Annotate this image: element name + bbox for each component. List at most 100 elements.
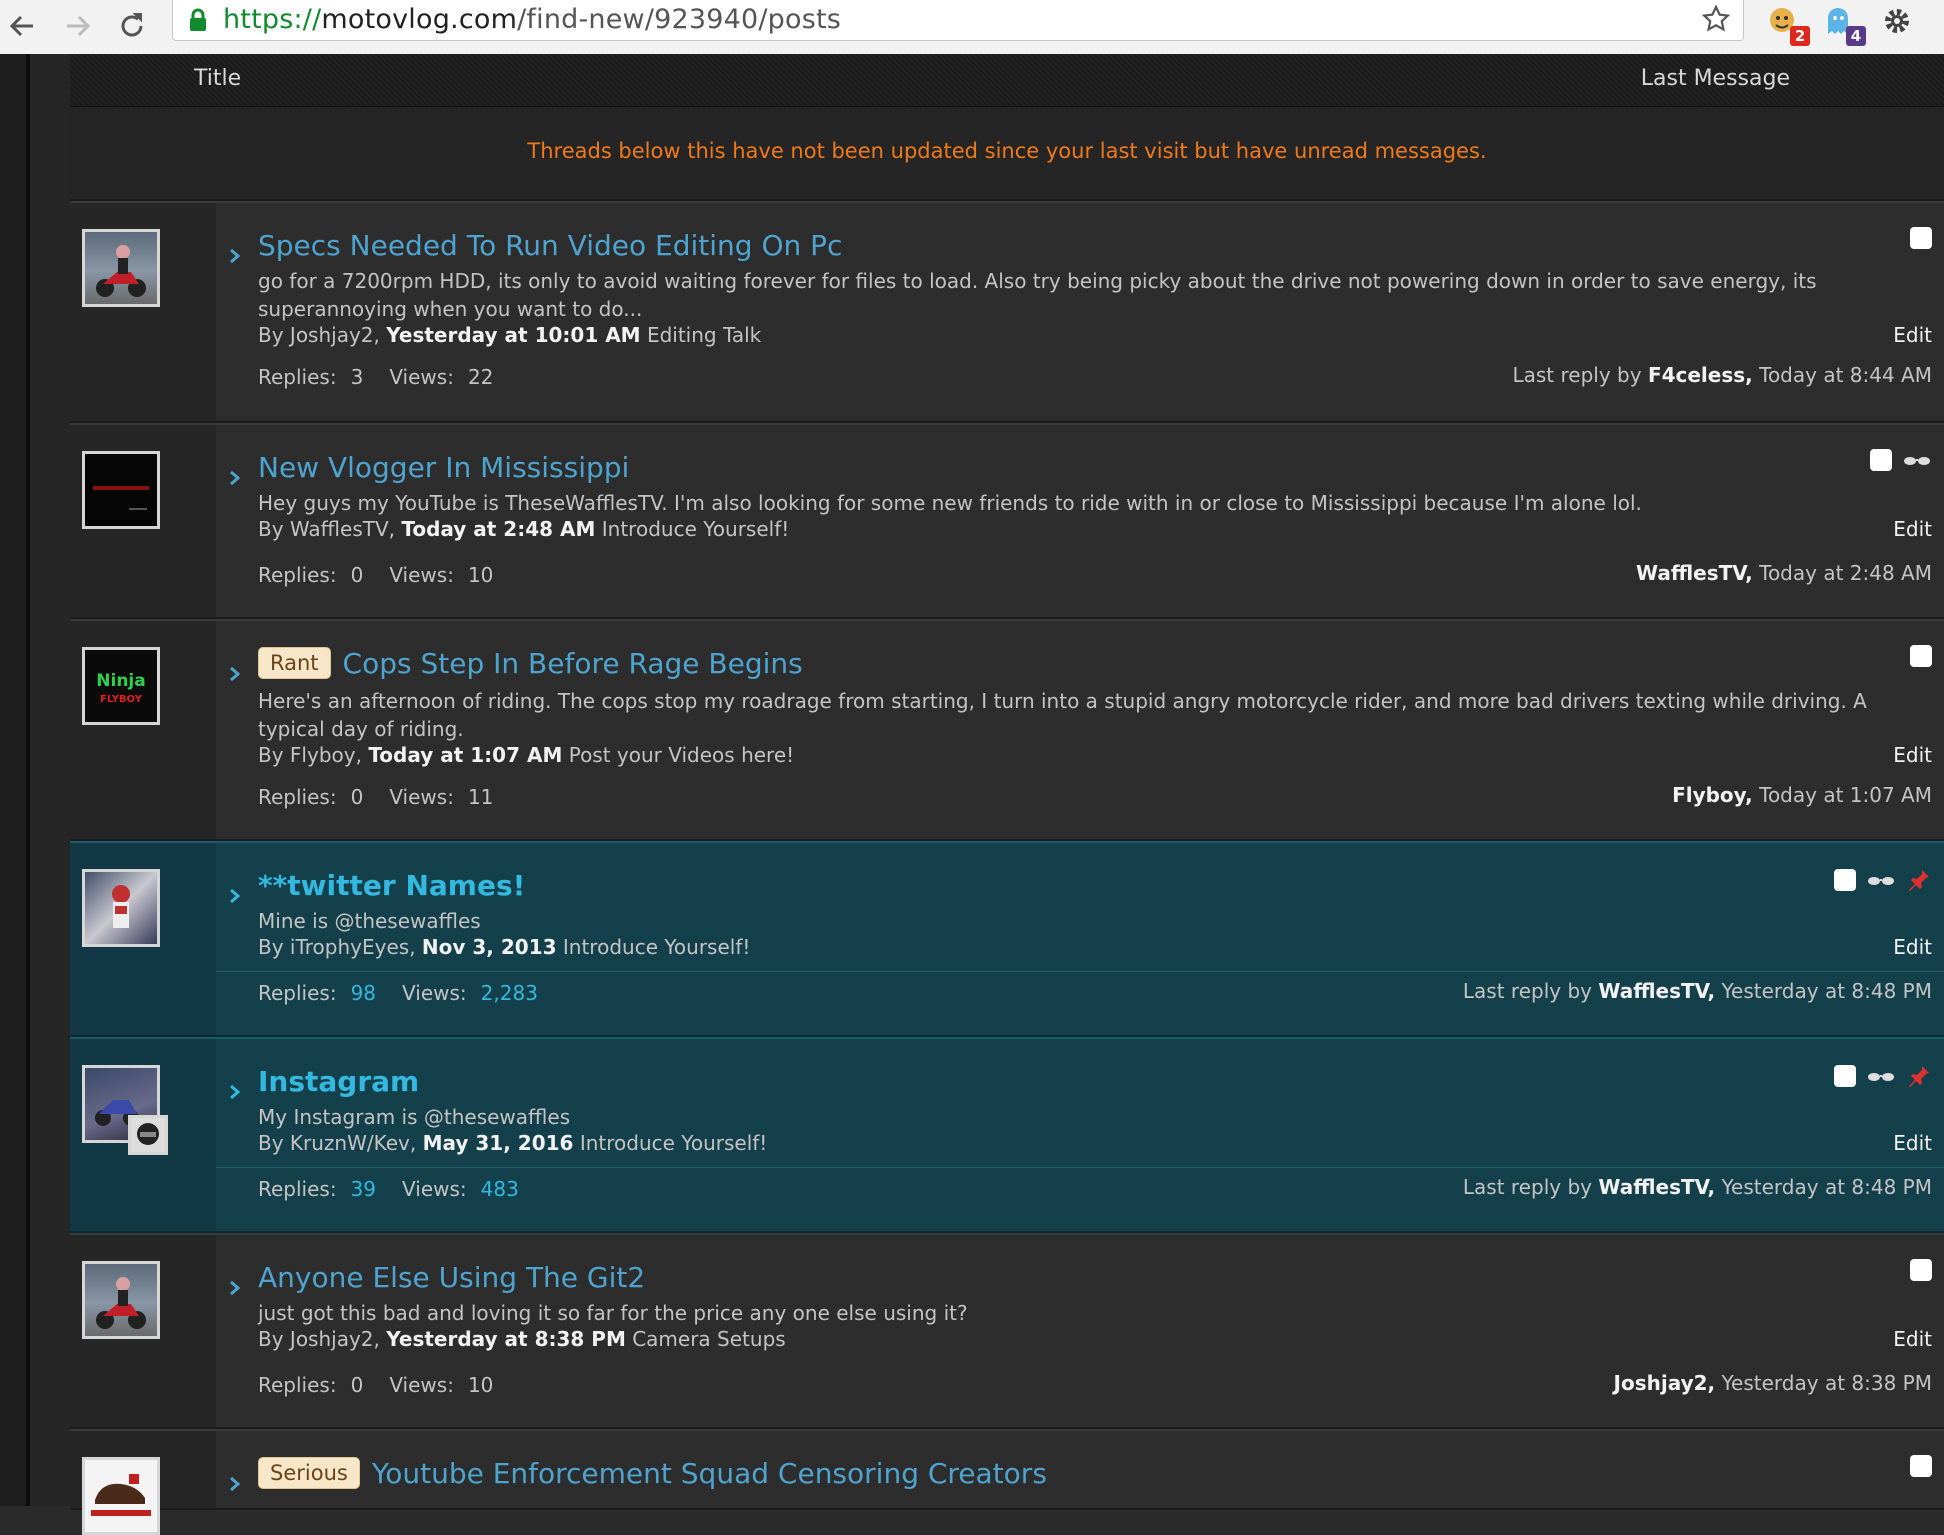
- last-reply-time[interactable]: Yesterday at 8:48 PM: [1722, 1175, 1933, 1199]
- thread-author[interactable]: KruznW/Kev: [290, 1131, 410, 1155]
- thread-icons: [1910, 1455, 1932, 1477]
- chevron-right-icon[interactable]: [228, 887, 242, 905]
- chevron-right-icon[interactable]: [228, 1475, 242, 1493]
- thread-snippet: My Instagram is @thesewaffles: [258, 1105, 571, 1129]
- edit-link[interactable]: Edit: [1893, 517, 1932, 541]
- thread-title-link[interactable]: Cops Step In Before Rage Begins: [343, 647, 803, 680]
- edit-link[interactable]: Edit: [1893, 1131, 1932, 1155]
- thread-title-link[interactable]: New Vlogger In Mississippi: [258, 451, 629, 484]
- avatar-cell: [70, 425, 216, 617]
- thread-title-link[interactable]: Specs Needed To Run Video Editing On Pc: [258, 229, 842, 262]
- replies-label: Replies:: [258, 785, 337, 809]
- avatar[interactable]: Ninja FLYBOY: [82, 647, 160, 725]
- chevron-right-icon[interactable]: [228, 665, 242, 683]
- avatar-logo-text-2: FLYBOY: [100, 694, 143, 705]
- avatar[interactable]: [82, 451, 160, 529]
- chevron-right-icon[interactable]: [228, 1279, 242, 1297]
- thread-row[interactable]: Anyone Else Using The Git2 just got this…: [70, 1233, 1944, 1429]
- thread-author[interactable]: WafflesTV: [290, 517, 389, 541]
- last-reply: Last reply by F4celess, Today at 8:44 AM: [1512, 363, 1932, 387]
- last-message-column-header[interactable]: Last Message: [1641, 66, 1790, 91]
- last-reply-time[interactable]: Yesterday at 8:48 PM: [1722, 979, 1933, 1003]
- last-reply-user[interactable]: WafflesTV,: [1598, 979, 1715, 1003]
- forward-button[interactable]: [58, 6, 98, 46]
- thread-row[interactable]: Specs Needed To Run Video Editing On Pc …: [70, 201, 1944, 423]
- channel-logo-icon: [93, 486, 149, 510]
- avatar[interactable]: [82, 869, 160, 947]
- thread-title-link[interactable]: Instagram: [258, 1065, 419, 1098]
- replies-count[interactable]: 39: [351, 1177, 376, 1201]
- avatar[interactable]: [82, 229, 160, 307]
- chevron-right-icon[interactable]: [228, 247, 242, 265]
- thread-forum[interactable]: Editing Talk: [647, 323, 761, 347]
- thread-icons: [1910, 1259, 1932, 1281]
- thread-row[interactable]: Serious Youtube Enforcement Squad Censori…: [70, 1429, 1944, 1535]
- views-count: 10: [467, 1373, 494, 1397]
- back-button[interactable]: [2, 6, 42, 46]
- extension-2-button[interactable]: 4: [1822, 4, 1866, 46]
- thread-prefix-badge[interactable]: Rant: [258, 647, 331, 679]
- motorcycle-rider-icon: [96, 245, 146, 297]
- thread-author[interactable]: Joshjay2: [290, 1327, 374, 1351]
- title-column-header[interactable]: Title: [194, 66, 241, 91]
- participated-glasses-icon: [1868, 1073, 1894, 1081]
- thread-row[interactable]: New Vlogger In Mississippi Hey guys my Y…: [70, 423, 1944, 619]
- thread-meta: By Joshjay2, Yesterday at 10:01 AM Editi…: [258, 323, 762, 347]
- last-reply-user[interactable]: Flyboy,: [1672, 783, 1753, 807]
- last-reply-time[interactable]: Yesterday at 8:38 PM: [1722, 1371, 1933, 1395]
- last-reply-user[interactable]: WafflesTV,: [1636, 561, 1753, 585]
- replies-count: 0: [350, 563, 364, 587]
- edit-link[interactable]: Edit: [1893, 935, 1932, 959]
- edit-link[interactable]: Edit: [1893, 743, 1932, 767]
- avatar-cell: Ninja FLYBOY: [70, 621, 216, 839]
- select-checkbox[interactable]: [1910, 1259, 1932, 1281]
- reload-button[interactable]: [112, 6, 152, 46]
- thread-title-link[interactable]: Youtube Enforcement Squad Censoring Crea…: [372, 1457, 1047, 1490]
- thread-forum[interactable]: Camera Setups: [632, 1327, 785, 1351]
- bookmark-star-icon[interactable]: [1701, 4, 1731, 34]
- avatar[interactable]: [82, 1261, 160, 1339]
- sticky-thread-row[interactable]: Instagram My Instagram is @thesewaffles …: [70, 1037, 1944, 1233]
- thread-title-link[interactable]: **twitter Names!: [258, 869, 525, 902]
- thread-title-link[interactable]: Anyone Else Using The Git2: [258, 1261, 645, 1294]
- chevron-right-icon[interactable]: [228, 1083, 242, 1101]
- thread-forum[interactable]: Introduce Yourself!: [580, 1131, 768, 1155]
- select-checkbox[interactable]: [1910, 227, 1932, 249]
- chevron-right-icon[interactable]: [228, 469, 242, 487]
- thread-prefix-badge[interactable]: Serious: [258, 1457, 360, 1489]
- secondary-avatar[interactable]: [128, 1115, 168, 1155]
- views-label: Views:: [402, 1177, 467, 1201]
- address-bar[interactable]: https://motovlog.com/find-new/923940/pos…: [172, 0, 1744, 41]
- select-checkbox[interactable]: [1910, 645, 1932, 667]
- last-reply-user[interactable]: F4celess,: [1648, 363, 1753, 387]
- thread-author[interactable]: iTrophyEyes: [290, 935, 409, 959]
- thread-forum[interactable]: Introduce Yourself!: [563, 935, 751, 959]
- select-checkbox[interactable]: [1834, 869, 1856, 891]
- last-reply-time[interactable]: Today at 8:44 AM: [1759, 363, 1932, 387]
- thread-author[interactable]: Flyboy: [290, 743, 356, 767]
- select-checkbox[interactable]: [1870, 449, 1892, 471]
- avatar-cell: [70, 1431, 216, 1535]
- avatar[interactable]: [82, 1457, 160, 1535]
- replies-count[interactable]: 98: [351, 981, 376, 1005]
- thread-meta: By Joshjay2, Yesterday at 8:38 PM Camera…: [258, 1327, 786, 1351]
- ninja-flyboy-logo-icon: Ninja FLYBOY: [96, 671, 145, 705]
- thread-forum[interactable]: Post your Videos here!: [569, 743, 794, 767]
- settings-button[interactable]: [1880, 4, 1920, 44]
- thread-author[interactable]: Joshjay2: [290, 323, 374, 347]
- pushpin-icon: [1909, 1066, 1929, 1087]
- select-checkbox[interactable]: [1910, 1455, 1932, 1477]
- extension-1-button[interactable]: 2: [1766, 4, 1810, 46]
- avatar-logo-text-1: Ninja: [96, 671, 145, 691]
- select-checkbox[interactable]: [1834, 1065, 1856, 1087]
- last-reply-user[interactable]: WafflesTV,: [1598, 1175, 1715, 1199]
- edit-link[interactable]: Edit: [1893, 1327, 1932, 1351]
- last-reply-user[interactable]: Joshjay2,: [1614, 1371, 1716, 1395]
- last-reply-time[interactable]: Today at 1:07 AM: [1759, 783, 1932, 807]
- last-reply-time[interactable]: Today at 2:48 AM: [1759, 561, 1932, 585]
- edit-link[interactable]: Edit: [1893, 323, 1932, 347]
- thread-row[interactable]: Ninja FLYBOY Rant Cops Step In Before Rag…: [70, 619, 1944, 841]
- thread-forum[interactable]: Introduce Yourself!: [602, 517, 790, 541]
- avatar-cell: [70, 203, 216, 421]
- sticky-thread-row[interactable]: **twitter Names! Mine is @thesewaffles B…: [70, 841, 1944, 1037]
